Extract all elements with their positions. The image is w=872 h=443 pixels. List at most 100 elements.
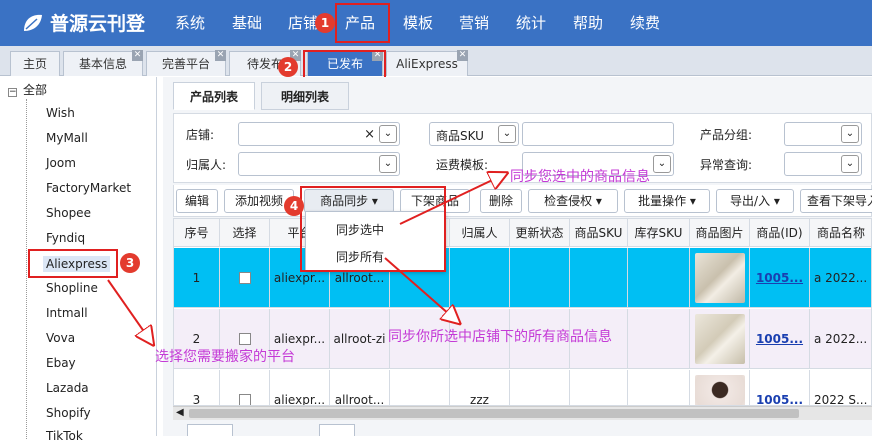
product-thumbnail[interactable]: [694, 374, 745, 405]
delete-button[interactable]: 删除: [480, 189, 522, 213]
highlight-sync-menu: [300, 186, 446, 272]
annotation-choose-platform: 选择您需要搬家的平台: [155, 349, 295, 365]
nav-statistics[interactable]: 统计: [516, 0, 546, 46]
app-logo[interactable]: 普源云刊登: [22, 9, 145, 36]
col-index[interactable]: 序号: [174, 219, 220, 247]
tab-label: 基本信息: [78, 57, 127, 71]
subtab-product-list[interactable]: 产品列表: [173, 82, 255, 110]
col-update-status[interactable]: 更新状态: [510, 219, 570, 247]
tree-root-label: 全部: [23, 83, 48, 97]
tree-item-lazada[interactable]: Lazada: [46, 381, 89, 395]
view-delist-import-button[interactable]: 查看下架导入: [800, 189, 872, 213]
nav-template[interactable]: 模板: [403, 0, 433, 46]
tree-item-ebay[interactable]: Ebay: [46, 356, 76, 370]
tab-basic-info[interactable]: 基本信息 ✕: [63, 50, 143, 76]
product-id-link[interactable]: 1005...: [756, 393, 803, 406]
product-id-link[interactable]: 1005...: [756, 271, 803, 285]
scroll-thumb[interactable]: [189, 409, 799, 418]
export-import-button[interactable]: 导出/入 ▾: [716, 189, 794, 213]
sku-input[interactable]: [522, 122, 674, 146]
tree-root[interactable]: − 全部: [8, 81, 47, 98]
shop-select[interactable]: × ⌄: [238, 122, 400, 146]
action-toolbar: 编辑 添加视频 商品同步 ▾ 下架商品 删除 检查侵权 ▾ 批量操作 ▾ 导出/…: [173, 185, 872, 217]
chevron-down-icon[interactable]: ⌄: [379, 125, 397, 143]
owner-select[interactable]: ⌄: [238, 152, 400, 176]
page-number-input[interactable]: [319, 424, 355, 436]
nav-renew[interactable]: 续费: [630, 0, 660, 46]
close-icon[interactable]: ✕: [132, 50, 143, 61]
caret-down-icon: ▾: [689, 194, 696, 208]
close-icon[interactable]: ✕: [457, 50, 468, 61]
tab-label: 完善平台: [161, 57, 210, 71]
col-product-image[interactable]: 商品图片: [690, 219, 750, 247]
nav-system[interactable]: 系统: [175, 0, 205, 46]
chevron-down-icon[interactable]: ⌄: [841, 125, 859, 143]
product-thumbnail[interactable]: [694, 252, 745, 303]
nav-shop[interactable]: 店铺: [288, 0, 318, 46]
tree-item-fyndiq[interactable]: Fyndiq: [46, 231, 85, 245]
col-owner[interactable]: 归属人: [450, 219, 510, 247]
chevron-down-icon[interactable]: ⌄: [841, 155, 859, 173]
tree-guide-line: [26, 99, 27, 439]
pagination-bar: [173, 422, 872, 436]
chevron-down-icon[interactable]: ⌄: [379, 155, 397, 173]
row-product-id-cell: 1005...: [750, 370, 810, 406]
row-product-id-cell: 1005...: [750, 309, 810, 368]
scroll-left-icon[interactable]: ◀: [176, 407, 184, 418]
table-row[interactable]: 3 aliexpr... allroot... zzz 1005... 2022…: [174, 370, 871, 406]
step-badge-3: 3: [120, 253, 140, 273]
page-size-select[interactable]: [187, 424, 233, 436]
tab-complete-platform[interactable]: 完善平台 ✕: [146, 50, 226, 76]
row-product-name: a 2022...: [810, 309, 871, 368]
row-product-sku: [570, 370, 628, 405]
table-header: 序号 选择 平台 店铺 归属人 更新状态 商品SKU 库存SKU 商品图片 商品…: [174, 219, 871, 247]
tab-home[interactable]: 主页: [10, 51, 60, 76]
table-row[interactable]: 1 aliexpr... allroot... 1005... a 2022..…: [174, 248, 871, 308]
tree-item-joom[interactable]: Joom: [46, 156, 76, 170]
row-product-sku: [570, 248, 628, 307]
tree-item-shopify[interactable]: Shopify: [46, 406, 91, 420]
tree-item-tiktok[interactable]: TikTok: [46, 429, 83, 443]
tree-item-shopline[interactable]: Shopline: [46, 281, 98, 295]
row-checkbox[interactable]: [238, 332, 251, 345]
close-icon[interactable]: ✕: [215, 50, 226, 61]
caret-down-icon: ▾: [773, 194, 780, 208]
subtab-detail-list[interactable]: 明细列表: [261, 82, 349, 110]
chevron-down-icon[interactable]: ⌄: [498, 125, 516, 143]
category-select[interactable]: ⌄: [784, 122, 862, 146]
tab-aliexpress[interactable]: AliExpress ✕: [386, 50, 468, 76]
row-product-name: 2022 S...: [810, 370, 871, 406]
tree-item-factorymarket[interactable]: FactoryMarket: [46, 181, 131, 195]
batch-operation-button[interactable]: 批量操作 ▾: [624, 189, 710, 213]
product-id-link[interactable]: 1005...: [756, 332, 803, 346]
row-checkbox[interactable]: [238, 393, 251, 405]
exception-select[interactable]: ⌄: [784, 152, 862, 176]
collapse-icon[interactable]: −: [8, 88, 17, 97]
edit-button[interactable]: 编辑: [176, 189, 218, 213]
tree-item-mymall[interactable]: MyMall: [46, 131, 88, 145]
check-infringement-button[interactable]: 检查侵权 ▾: [528, 189, 618, 213]
col-product-name[interactable]: 商品名称: [810, 219, 871, 247]
horizontal-scrollbar[interactable]: ◀: [173, 406, 872, 420]
nav-marketing[interactable]: 营销: [459, 0, 489, 46]
col-stock-sku[interactable]: 库存SKU: [628, 219, 690, 247]
leaf-icon: [24, 14, 42, 31]
nav-help[interactable]: 帮助: [573, 0, 603, 46]
tree-item-intmall[interactable]: Intmall: [46, 306, 88, 320]
product-thumbnail[interactable]: [694, 313, 745, 364]
row-checkbox[interactable]: [238, 271, 251, 284]
col-product-id[interactable]: 商品(ID): [750, 219, 810, 247]
highlight-aliexpress: [28, 249, 118, 278]
app-title: 普源云刊登: [50, 13, 146, 35]
clear-icon[interactable]: ×: [364, 127, 375, 142]
add-video-button[interactable]: 添加视频: [224, 189, 294, 213]
nav-basic[interactable]: 基础: [232, 0, 262, 46]
tree-item-vova[interactable]: Vova: [46, 331, 75, 345]
chevron-down-icon[interactable]: ⌄: [653, 155, 671, 173]
col-select[interactable]: 选择: [220, 219, 270, 247]
row-hidden: [390, 370, 450, 405]
sku-type-select[interactable]: 商品SKU ⌄: [429, 122, 519, 146]
tree-item-wish[interactable]: Wish: [46, 106, 75, 120]
col-product-sku[interactable]: 商品SKU: [570, 219, 628, 247]
tree-item-shopee[interactable]: Shopee: [46, 206, 91, 220]
